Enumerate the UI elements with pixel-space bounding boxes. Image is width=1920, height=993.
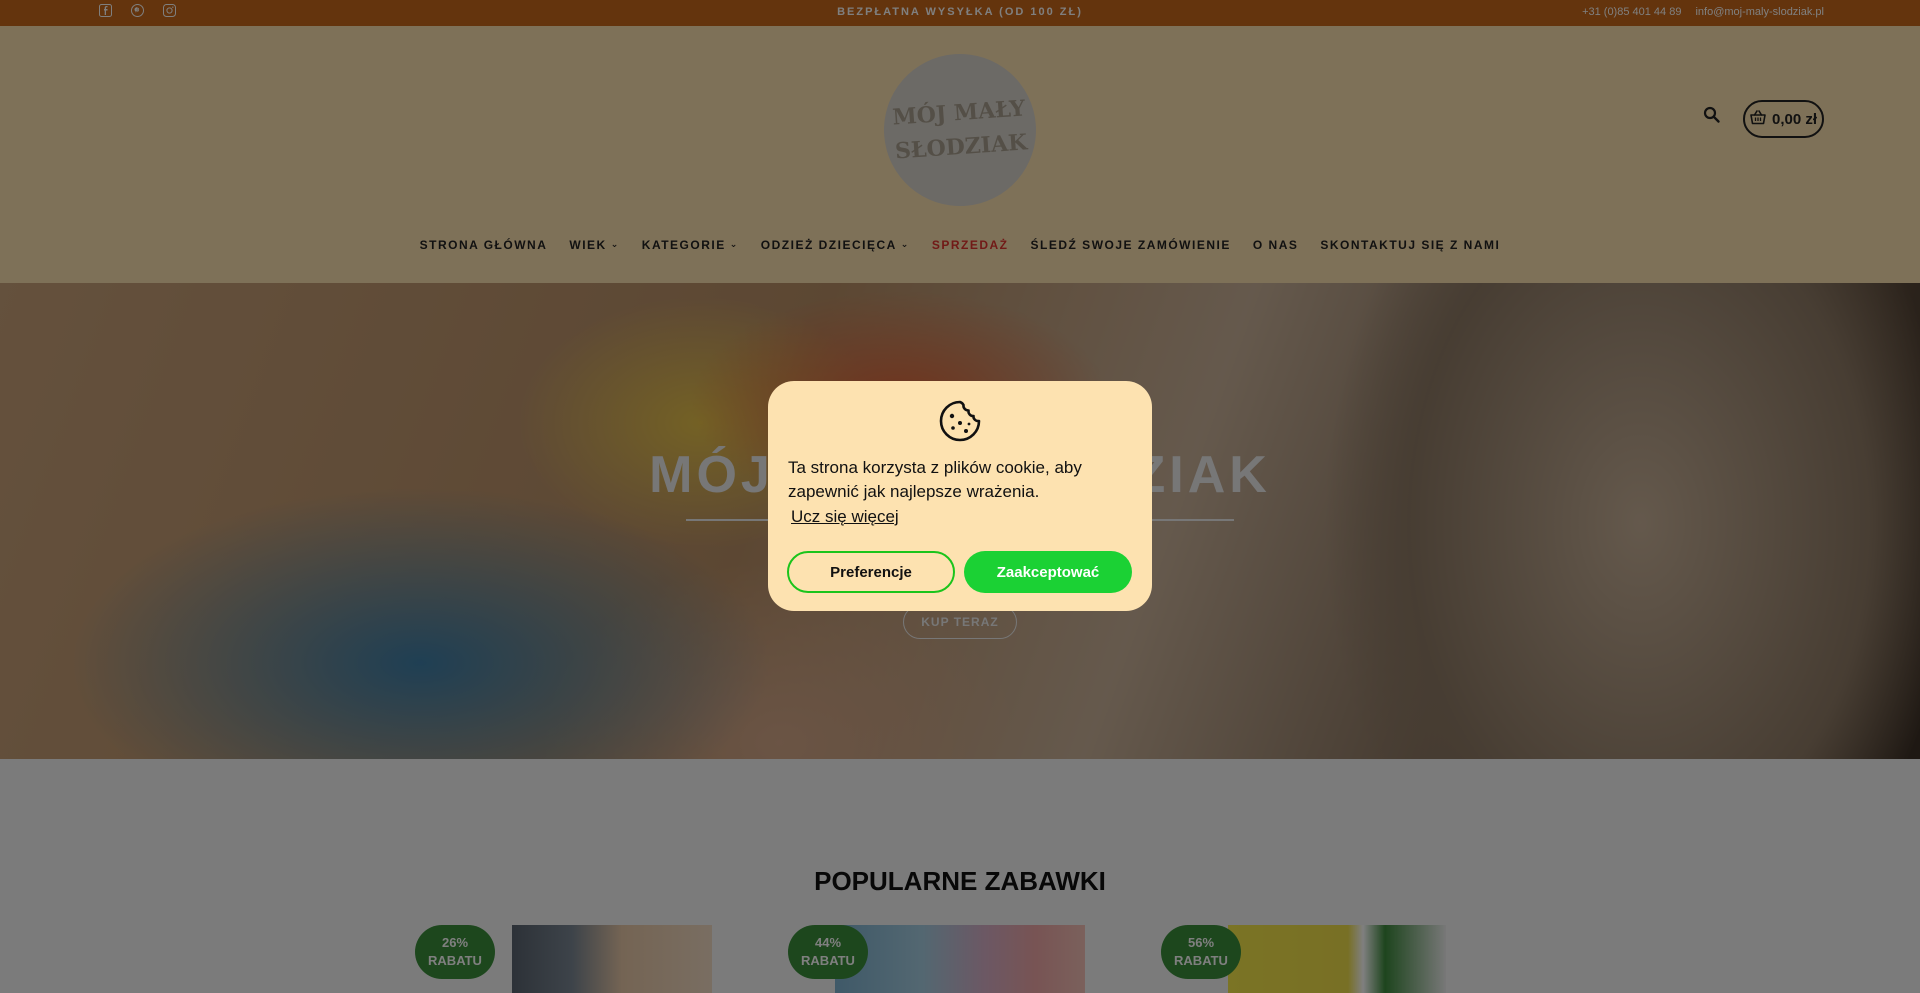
cookie-consent-dialog: Ta strona korzysta z plików cookie, aby …	[768, 381, 1152, 611]
cookie-icon	[938, 399, 982, 443]
cookie-message: Ta strona korzysta z plików cookie, aby …	[788, 458, 1082, 501]
preferences-button[interactable]: Preferencje	[787, 551, 955, 593]
accept-cookies-button[interactable]: Zaakceptować	[964, 551, 1132, 593]
learn-more-link[interactable]: Ucz się więcej	[791, 507, 899, 527]
